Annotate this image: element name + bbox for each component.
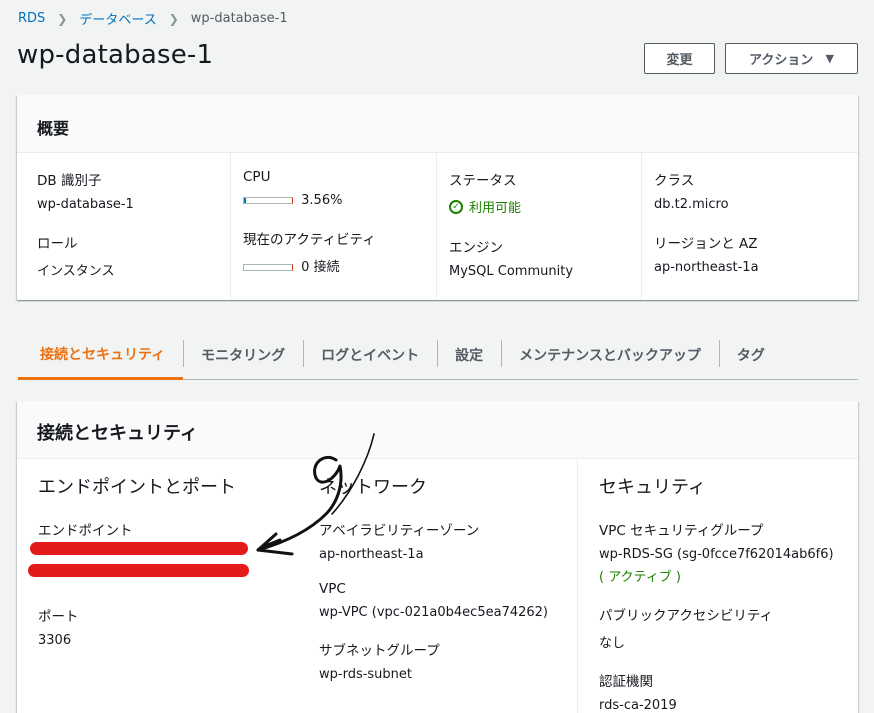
chevron-right-icon: ❯ — [57, 11, 68, 26]
cpu-label: CPU — [243, 169, 271, 185]
tab-logs-events[interactable]: ログとイベント — [303, 330, 437, 379]
engine-label: エンジン — [449, 240, 503, 256]
summary-panel: 概要 DB 識別子 wp-database-1 ロール インスタンス CPU 3… — [17, 95, 858, 300]
security-section-title: セキュリティ — [599, 477, 706, 498]
activity-field: 現在のアクティビティ 0 接続 — [243, 228, 436, 275]
security-group-field: VPC セキュリティグループ wp-RDS-SG (sg-0fcce7f6201… — [599, 519, 858, 585]
subnet-label: サブネットグループ — [319, 643, 440, 659]
connectivity-panel: 接続とセキュリティ エンドポイントとポート エンドポイント ポート 3306 ネ… — [17, 401, 858, 713]
role-label: ロール — [37, 236, 78, 252]
hand-drawn-arrow-annotation — [256, 433, 375, 556]
connectivity-header: 接続とセキュリティ — [17, 401, 858, 459]
check-circle-icon: ✓ — [449, 199, 463, 214]
cpu-value: 3.56% — [301, 193, 343, 208]
cpu-field: CPU 3.56% — [243, 169, 436, 208]
security-section: セキュリティ VPC セキュリティグループ wp-RDS-SG (sg-0fcc… — [577, 459, 858, 713]
role-value: インスタンス — [37, 264, 115, 279]
security-group-label: VPC セキュリティグループ — [599, 523, 764, 539]
breadcrumb: RDS ❯ データベース ❯ wp-database-1 — [18, 9, 288, 28]
caret-down-icon: ▼ — [825, 52, 834, 65]
tab-monitoring[interactable]: モニタリング — [183, 330, 303, 379]
activity-value: 0 接続 — [301, 260, 340, 275]
db-identifier-label: DB 識別子 — [37, 173, 102, 189]
cpu-meter — [243, 197, 293, 204]
endpoint-redaction-mark — [30, 542, 248, 555]
cpu-value-row: 3.56% — [243, 193, 436, 208]
role-field: ロール インスタンス — [37, 232, 230, 279]
modify-button[interactable]: 変更 — [644, 43, 715, 74]
security-group-status: ( アクティブ ) — [599, 570, 681, 585]
status-value: 利用可能 — [469, 201, 522, 216]
endpoint-redaction-mark — [28, 564, 249, 577]
summary-header: 概要 — [17, 95, 858, 153]
port-field: ポート 3306 — [38, 605, 299, 648]
public-access-label: パブリックアクセシビリティ — [599, 608, 774, 624]
vpc-label: VPC — [319, 581, 346, 597]
public-access-value: なし — [599, 636, 626, 651]
subnet-field: サブネットグループ wp-rds-subnet — [319, 639, 577, 682]
breadcrumb-databases[interactable]: データベース — [79, 9, 156, 28]
status-field: ステータス ✓ 利用可能 — [449, 169, 641, 216]
port-label: ポート — [38, 609, 79, 625]
class-value: db.t2.micro — [654, 197, 729, 212]
summary-grid: DB 識別子 wp-database-1 ロール インスタンス CPU 3.56… — [17, 153, 858, 300]
activity-meter — [243, 264, 293, 271]
tab-maintenance-backups[interactable]: メンテナンスとバックアップ — [501, 330, 719, 379]
cpu-meter-fill — [244, 198, 246, 203]
activity-label: 現在のアクティビティ — [243, 232, 376, 248]
security-group-link[interactable]: wp-RDS-SG (sg-0fcce7f62014ab6f6) — [599, 547, 858, 562]
ca-value: rds-ca-2019 — [599, 698, 677, 713]
connectivity-grid: エンドポイントとポート エンドポイント ポート 3306 ネットワーク アベイラ… — [17, 459, 858, 713]
ca-field: 認証機関 rds-ca-2019 — [599, 670, 858, 713]
actions-label: アクション — [749, 53, 814, 68]
region-field: リージョンと AZ ap-northeast-1a — [654, 232, 858, 275]
db-identifier-field: DB 識別子 wp-database-1 — [37, 169, 230, 212]
public-access-field: パブリックアクセシビリティ なし — [599, 604, 858, 651]
breadcrumb-current: wp-database-1 — [190, 11, 288, 26]
class-label: クラス — [654, 173, 695, 189]
summary-col-4: クラス db.t2.micro リージョンと AZ ap-northeast-1… — [641, 153, 858, 300]
tab-bar: 接続とセキュリティ モニタリング ログとイベント 設定 メンテナンスとバックアッ… — [18, 330, 858, 380]
engine-field: エンジン MySQL Community — [449, 236, 641, 279]
activity-value-row: 0 接続 — [243, 256, 436, 275]
vpc-link[interactable]: wp-VPC (vpc-021a0b4ec5ea74262) — [319, 605, 577, 620]
breadcrumb-rds[interactable]: RDS — [18, 11, 45, 26]
status-value-row: ✓ 利用可能 — [449, 197, 641, 216]
page-title: wp-database-1 — [17, 40, 214, 70]
ca-label: 認証機関 — [599, 674, 653, 690]
engine-value: MySQL Community — [449, 264, 574, 279]
region-label: リージョンと AZ — [654, 236, 758, 252]
port-value: 3306 — [38, 633, 72, 648]
actions-dropdown-button[interactable]: アクション ▼ — [725, 43, 858, 74]
subnet-value: wp-rds-subnet — [319, 667, 413, 682]
summary-col-2: CPU 3.56% 現在のアクティビティ 0 接続 — [230, 153, 436, 300]
tab-configuration[interactable]: 設定 — [437, 330, 501, 379]
summary-col-1: DB 識別子 wp-database-1 ロール インスタンス — [17, 153, 230, 300]
status-label: ステータス — [449, 173, 517, 189]
class-field: クラス db.t2.micro — [654, 169, 858, 212]
summary-col-3: ステータス ✓ 利用可能 エンジン MySQL Community — [436, 153, 641, 300]
region-value: ap-northeast-1a — [654, 260, 759, 275]
chevron-right-icon: ❯ — [168, 11, 179, 26]
db-identifier-value: wp-database-1 — [37, 197, 134, 212]
vpc-field: VPC wp-VPC (vpc-021a0b4ec5ea74262) — [319, 581, 577, 620]
tab-connectivity-security[interactable]: 接続とセキュリティ — [18, 330, 184, 380]
tab-tags[interactable]: タグ — [718, 330, 783, 379]
